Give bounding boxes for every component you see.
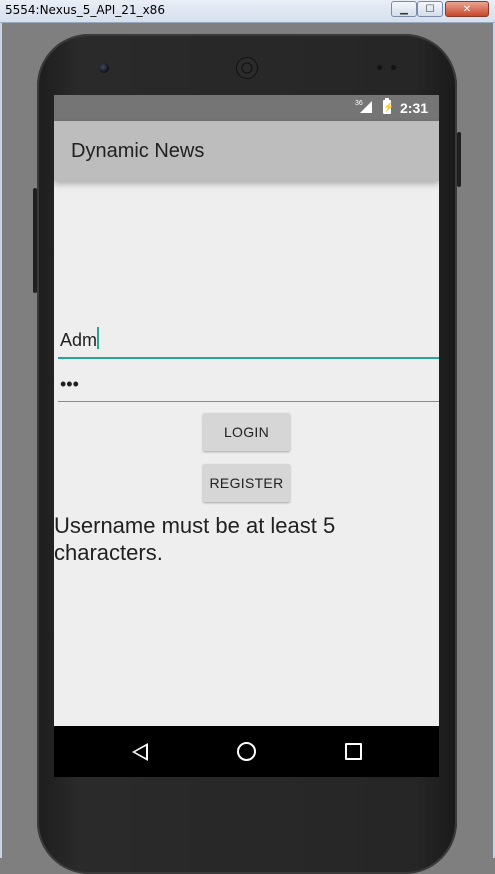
home-icon[interactable] <box>237 742 256 761</box>
status-time: 2:31 <box>400 100 429 116</box>
light-sensor-icon <box>391 65 396 70</box>
maximize-button[interactable]: ☐ <box>417 1 443 17</box>
speaker-grille-icon <box>236 57 258 79</box>
minimize-button[interactable]: ▁ <box>391 1 417 17</box>
close-button[interactable]: ✕ <box>445 1 489 17</box>
status-bar: 36 2:31 <box>54 95 439 121</box>
volume-key[interactable] <box>33 188 37 293</box>
window-title: 5554:Nexus_5_API_21_x86 <box>5 3 165 17</box>
front-camera-icon <box>99 63 109 73</box>
power-key[interactable] <box>457 132 461 187</box>
battery-charging-icon <box>383 98 394 114</box>
validation-error-message: Username must be at least 5 characters. <box>54 513 336 565</box>
password-field[interactable] <box>58 367 439 402</box>
back-icon[interactable] <box>132 743 148 761</box>
recent-apps-icon[interactable] <box>345 743 362 760</box>
login-button[interactable]: LOGIN <box>203 413 290 451</box>
register-button[interactable]: REGISTER <box>203 464 290 502</box>
minimize-icon: ▁ <box>400 3 408 15</box>
cell-signal-icon <box>360 101 372 113</box>
device-screen: 36 2:31 Dynamic News LOGIN REGISTER User… <box>54 95 439 777</box>
maximize-icon: ☐ <box>425 3 435 15</box>
page-title: Dynamic News <box>71 140 205 162</box>
app-bar: Dynamic News <box>54 121 439 181</box>
username-field[interactable] <box>58 323 439 359</box>
emulator-title-bar: 5554:Nexus_5_API_21_x86 ▁ ☐ ✕ <box>0 0 495 23</box>
proximity-sensor-icon <box>377 65 382 70</box>
text-cursor <box>97 327 99 349</box>
window-frame-left <box>0 23 2 858</box>
close-icon: ✕ <box>462 3 472 15</box>
navigation-bar <box>54 726 439 777</box>
